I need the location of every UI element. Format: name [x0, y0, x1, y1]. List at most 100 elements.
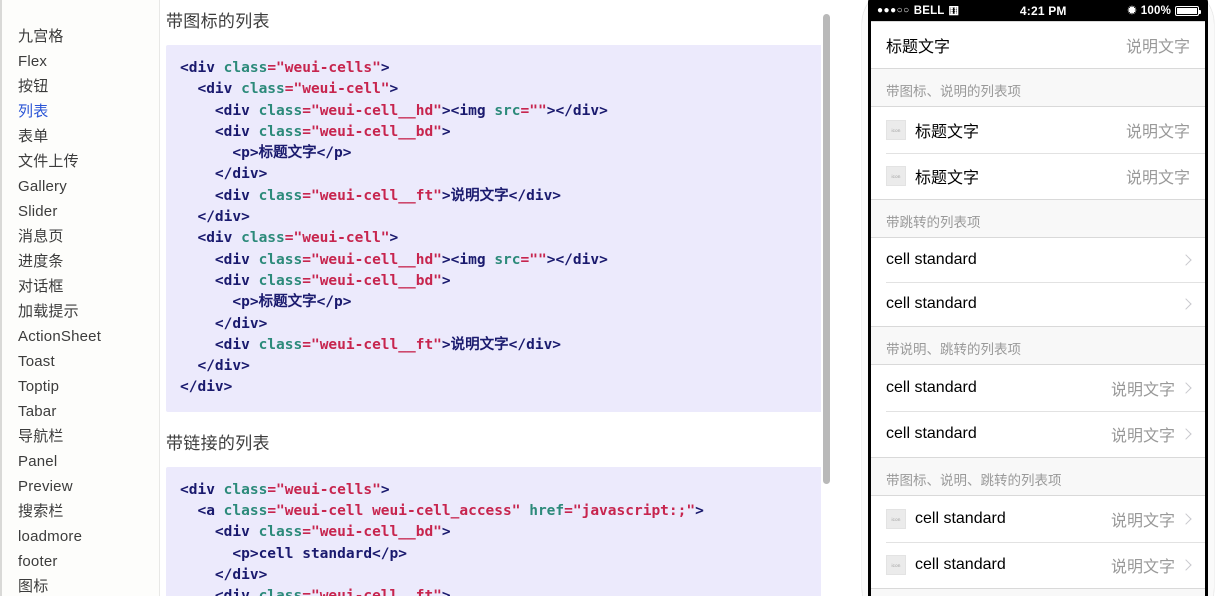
list-item[interactable]: cell standard 说明文字 — [871, 411, 1205, 457]
sidebar-item-Gallery[interactable]: Gallery — [2, 174, 159, 199]
sidebar-item-进度条[interactable]: 进度条 — [2, 249, 159, 274]
cell-head: icon — [886, 120, 906, 140]
code-token-tag: <div — [180, 524, 259, 541]
code-token-tag: <div — [180, 123, 259, 140]
code-token-tag: <a — [180, 503, 224, 520]
code-token-attr: class — [258, 524, 303, 541]
code-token-tag: <div — [180, 588, 259, 596]
code-token-tag: <p>标题文字</p> — [180, 145, 352, 162]
cell-note: 说明文字 — [1110, 513, 1175, 530]
code-token-tag: > — [441, 272, 451, 289]
code-token-attr: src — [494, 102, 521, 119]
broken-image-icon: icon — [886, 166, 906, 186]
cells-group-title: 带跳转的列表项 — [871, 200, 1205, 237]
content-scrollbar[interactable] — [821, 0, 833, 596]
code-token-tag: > — [441, 123, 451, 140]
chevron-right-icon — [1180, 298, 1192, 310]
code-token-str: ="weui-cells" — [267, 481, 381, 498]
sidebar-item-表单[interactable]: 表单 — [2, 124, 159, 149]
code-token-tag: ></div> — [546, 251, 608, 268]
code-token-tag: <div — [180, 251, 259, 268]
code-token-attr: class — [258, 187, 303, 204]
broken-image-icon: icon — [886, 120, 906, 140]
list-item[interactable]: icon 标题文字 说明文字 — [871, 107, 1205, 153]
sidebar-item-导航栏[interactable]: 导航栏 — [2, 424, 159, 449]
sidebar-item-按钮[interactable]: 按钮 — [2, 74, 159, 99]
sidebar-item-对话框[interactable]: 对话框 — [2, 274, 159, 299]
code-token-tag: </div> — [180, 315, 268, 332]
code-token-tag: </div> — [180, 166, 268, 183]
phone-device-frame: ●●●○○ BELL ⚅ 4:21 PM ✹ 100% 标题文字 说明文字 带图标、… — [862, 0, 1214, 596]
list-item[interactable]: cell standard 说明文字 — [871, 365, 1205, 411]
list-item[interactable]: cell standard — [871, 282, 1205, 326]
code-token-attr: href — [529, 503, 565, 520]
code-token-attr: class — [258, 272, 303, 289]
phone-preview-stage: ●●●○○ BELL ⚅ 4:21 PM ✹ 100% 标题文字 说明文字 带图标、… — [833, 0, 1223, 596]
weui-cells-demo-list[interactable]: 标题文字 说明文字 带图标、说明的列表项 icon 标题文字 说明文字 icon 标题文字 说明… — [871, 21, 1205, 596]
cell-note: 说明文字 — [1125, 124, 1190, 141]
sidebar-item-loadmore[interactable]: loadmore — [2, 524, 159, 549]
app-root: 九宫格 Flex 按钮 列表 表单 文件上传 Gallery Slider 消息页 进度条 对话框加… — [0, 0, 1223, 596]
code-token-tag: > — [695, 503, 704, 520]
code-token-str: ="weui-cell__ft" — [302, 336, 442, 353]
code-token-attr: class — [259, 588, 303, 596]
cells-group-title: 带图标、说明的列表项 — [871, 69, 1205, 106]
list-item[interactable]: cell standard — [871, 238, 1205, 282]
code-token-str: ="weui-cell weui-cell_access" — [267, 503, 521, 520]
scrollbar-thumb[interactable] — [823, 14, 830, 484]
cell-title: cell standard — [886, 379, 977, 396]
code-token-tag — [520, 503, 529, 519]
cell-title: cell standard — [915, 556, 1006, 573]
sidebar-item-Slider[interactable]: Slider — [2, 199, 159, 224]
sidebar-item-ActionSheet[interactable]: ActionSheet — [2, 324, 159, 349]
cells-group: 标题文字 说明文字 — [871, 21, 1205, 69]
cell-note: 说明文字 — [1110, 382, 1175, 399]
chevron-right-icon — [1180, 428, 1192, 440]
chevron-right-icon — [1180, 254, 1192, 266]
list-item[interactable]: icon cell standard 说明文字 — [871, 542, 1205, 588]
sidebar-item-Tabar[interactable]: Tabar — [2, 399, 159, 424]
cell-title: cell standard — [886, 251, 977, 268]
list-item[interactable]: icon cell standard 说明文字 — [871, 496, 1205, 542]
code-token-tag: <div — [180, 81, 242, 98]
code-token-str: ="" — [520, 102, 547, 119]
sidebar-item-九宫格[interactable]: 九宫格 — [2, 24, 159, 49]
code-token-tag: <div — [180, 481, 224, 498]
list-item[interactable]: 标题文字 说明文字 — [871, 22, 1205, 68]
sidebar-item-Toast[interactable]: Toast — [2, 349, 159, 374]
sidebar-item-Flex[interactable]: Flex — [2, 49, 159, 74]
sidebar-nav[interactable]: 九宫格 Flex 按钮 列表 表单 文件上传 Gallery Slider 消息页 进度条 对话框加… — [0, 0, 160, 596]
cell-note: 说明文字 — [1110, 428, 1175, 445]
sidebar-item-列表[interactable]: 列表 — [2, 99, 159, 124]
cell-head: icon — [886, 509, 906, 529]
code-token-tag: > — [441, 524, 451, 541]
cells-group: cell standard 说明文字 cell standard 说明文字 — [871, 364, 1205, 458]
code-token-tag: <div — [180, 230, 242, 247]
broken-image-icon: icon — [886, 509, 906, 529]
cell-note: 说明文字 — [1110, 559, 1175, 576]
wifi-icon: ⚅ — [948, 3, 960, 18]
sidebar-item-文件上传[interactable]: 文件上传 — [2, 149, 159, 174]
sidebar-item-Preview[interactable]: Preview — [2, 474, 159, 499]
cell-head: icon — [886, 555, 906, 575]
status-bar-right: ✹ 100% — [1127, 4, 1201, 17]
list-item[interactable]: icon 标题文字 说明文字 — [871, 153, 1205, 199]
code-token-attr: src — [494, 251, 521, 268]
list-bottom-spacer — [871, 589, 1205, 596]
cell-title: cell standard — [886, 295, 977, 312]
code-token-attr: class — [258, 102, 303, 119]
code-token-tag: > — [389, 81, 399, 98]
sidebar-item-footer[interactable]: footer — [2, 549, 159, 574]
sidebar-item-图标[interactable]: 图标 — [2, 574, 159, 596]
sidebar-item-Panel[interactable]: Panel — [2, 449, 159, 474]
code-token-tag: </div> — [180, 358, 250, 375]
sidebar-item-消息页[interactable]: 消息页 — [2, 224, 159, 249]
sidebar-item-Toptip[interactable]: Toptip — [2, 374, 159, 399]
sidebar-item-搜索栏[interactable]: 搜索栏 — [2, 499, 159, 524]
code-token-tag: >说明文字</div> — [441, 187, 562, 204]
code-token-tag: ><img — [441, 251, 495, 268]
cells-group-title: 带图标、说明、跳转的列表项 — [871, 458, 1205, 495]
code-token-str: ="weui-cell__ft" — [302, 588, 442, 596]
cell-head: icon — [886, 166, 906, 186]
sidebar-item-加载提示[interactable]: 加载提示 — [2, 299, 159, 324]
